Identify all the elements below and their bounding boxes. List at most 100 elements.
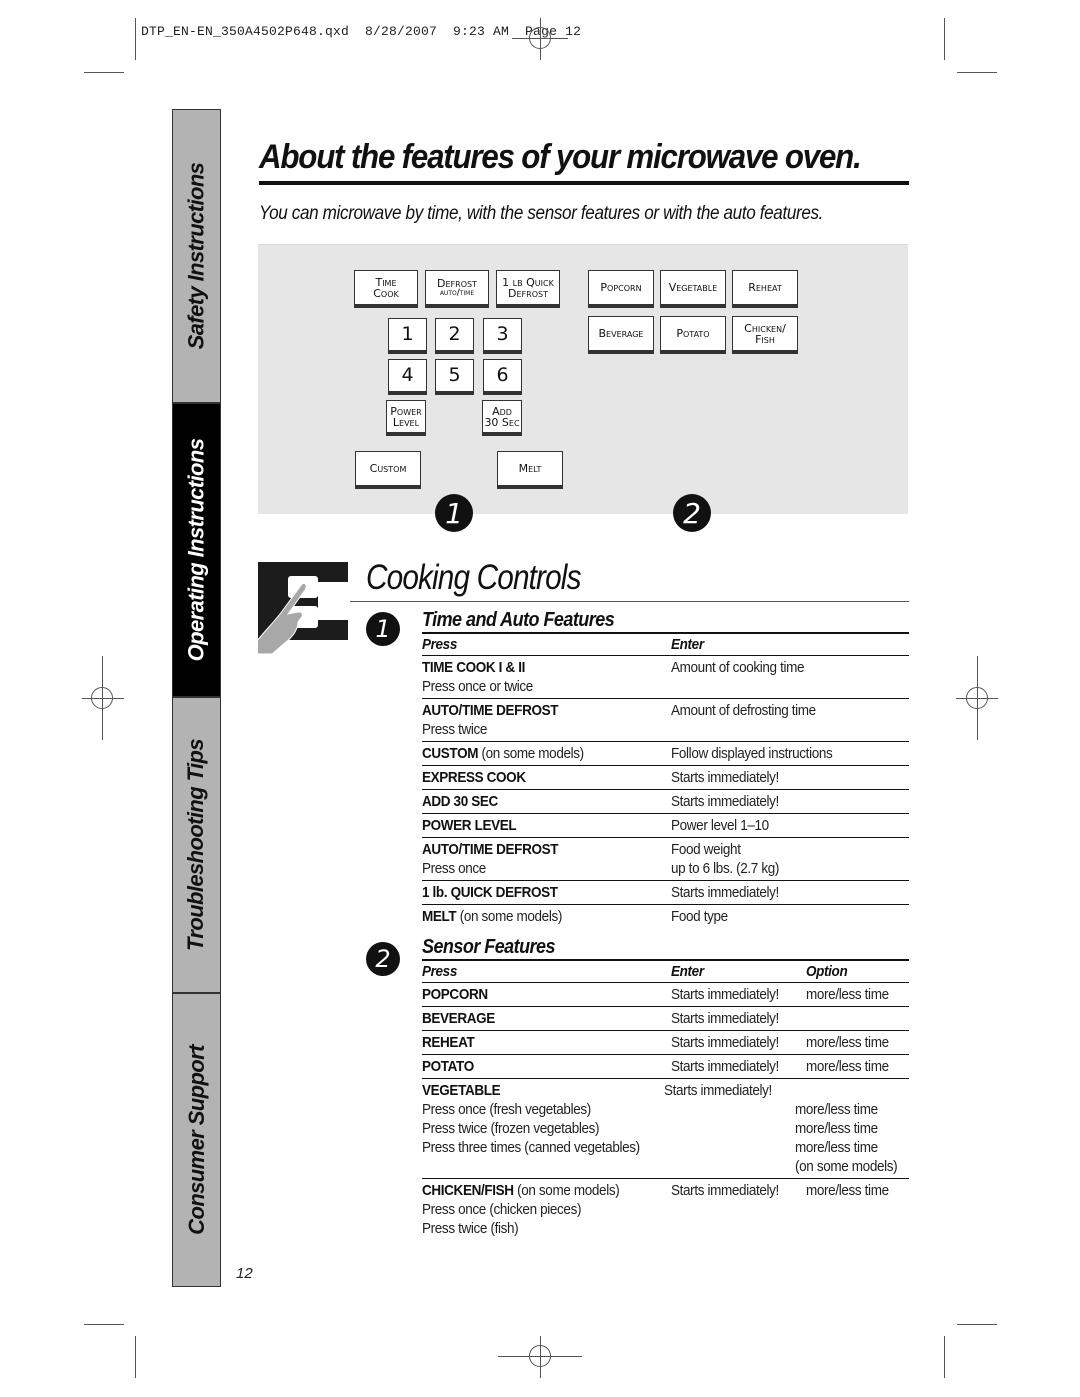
key-1[interactable]: 1: [388, 318, 427, 354]
sensor-features-table: Press Enter Option POPCORN Starts immedia…: [422, 961, 909, 1240]
crop-mark: [944, 1336, 945, 1378]
enter-value: Amount of cooking time: [671, 659, 805, 676]
tab-label: Safety Instructions: [183, 162, 209, 350]
finger-pressing-keypad-icon: [258, 562, 348, 654]
key-reheat[interactable]: Reheat: [732, 270, 798, 308]
key-5[interactable]: 5: [435, 359, 474, 395]
crop-mark: [84, 1324, 124, 1325]
key-melt[interactable]: Melt: [497, 451, 563, 489]
table-header: Press Enter Option: [422, 961, 909, 983]
key-defrost-auto-time[interactable]: Defrost auto/time: [425, 270, 489, 308]
press-key-name: POWER LEVEL: [422, 816, 646, 835]
crop-mark: [957, 72, 997, 73]
table-row: AUTO/TIME DEFROST Press once Food weight up…: [422, 838, 909, 881]
table-row: TIME COOK I & II Press once or twice Amoun…: [422, 656, 909, 699]
press-label: REHEAT: [422, 1034, 475, 1051]
press-instruction: Press once: [422, 860, 486, 877]
time-auto-features-table: Press Enter TIME COOK I & II Press once o…: [422, 634, 909, 928]
enter-value: Starts immediately!: [671, 884, 779, 901]
key-6[interactable]: 6: [483, 359, 522, 395]
header-press: Press: [422, 963, 457, 980]
tab-label: Consumer Support: [183, 1045, 209, 1235]
cooking-controls-divider: [350, 601, 909, 602]
key-add-30-sec[interactable]: Add 30 Sec: [482, 400, 522, 436]
section-title-time-auto: Time and Auto Features: [422, 609, 615, 631]
press-instruction: Press twice (frozen vegetables): [422, 1120, 600, 1137]
key-1lb-quick-defrost[interactable]: 1 lb Quick Defrost: [496, 270, 560, 308]
cooking-controls-title: Cooking Controls: [366, 558, 581, 597]
option-value: more/less time: [806, 1058, 889, 1075]
option-value: more/less time: [806, 1034, 889, 1051]
press-label: CUSTOM: [422, 745, 479, 762]
section-badge-1: 1: [366, 612, 400, 646]
press-label: POWER LEVEL: [422, 817, 517, 834]
crop-mark: [135, 18, 136, 60]
table-row: AUTO/TIME DEFROST Press twice Amount of de…: [422, 699, 909, 742]
control-panel-illustration: Time Cook Defrost auto/time 1 lb Quick D…: [258, 244, 908, 532]
tab-consumer-support[interactable]: Consumer Support: [172, 993, 221, 1287]
key-beverage[interactable]: Beverage: [588, 316, 654, 354]
key-time-cook[interactable]: Time Cook: [354, 270, 418, 308]
press-label: TIME COOK I & II: [422, 659, 525, 676]
key-popcorn[interactable]: Popcorn: [588, 270, 654, 308]
press-instruction: Press once or twice: [422, 678, 533, 695]
section-title-sensor: Sensor Features: [422, 936, 555, 958]
callout-badge-1: 1: [435, 494, 473, 532]
key-custom[interactable]: Custom: [355, 451, 421, 489]
enter-value: Starts immediately!: [671, 1034, 779, 1051]
press-instruction: Press twice: [422, 721, 488, 738]
press-key-name: CHICKEN/FISH (on some models): [422, 1181, 646, 1200]
press-key-name: POPCORN: [422, 985, 646, 1004]
enter-value: Follow displayed instructions: [671, 745, 833, 762]
press-instruction: Press three times (canned vegetables): [422, 1139, 640, 1156]
tab-label: Troubleshooting Tips: [183, 738, 209, 952]
table-row: MELT (on some models) Food type: [422, 905, 909, 928]
table-row: POTATO Starts immediately! more/less time: [422, 1055, 909, 1079]
option-value: more/less time: [795, 1139, 879, 1156]
press-key-name: REHEAT: [422, 1033, 646, 1052]
table-row: EXPRESS COOK Starts immediately!: [422, 766, 909, 790]
crop-mark: [944, 18, 945, 60]
press-key-name: CUSTOM (on some models): [422, 744, 646, 763]
option-value: [795, 1081, 897, 1100]
press-label: POTATO: [422, 1058, 474, 1075]
press-label: POPCORN: [422, 986, 488, 1003]
enter-value: Starts immediately!: [671, 769, 779, 786]
model-note: (on some models): [459, 908, 563, 925]
key-2[interactable]: 2: [435, 318, 474, 354]
press-label: MELT: [422, 908, 457, 925]
tab-troubleshooting-tips[interactable]: Troubleshooting Tips: [172, 697, 221, 993]
press-label: CHICKEN/FISH: [422, 1182, 514, 1199]
table-row: VEGETABLE Press once (fresh vegetables) Pr…: [422, 1079, 909, 1179]
page-number: 12: [236, 1265, 253, 1282]
key-chicken-fish[interactable]: Chicken/ Fish: [732, 316, 798, 354]
press-key-name: ADD 30 SEC: [422, 792, 646, 811]
enter-value: Food weight: [671, 841, 741, 858]
table-row: POWER LEVEL Power level 1–10: [422, 814, 909, 838]
key-3[interactable]: 3: [483, 318, 522, 354]
page-subtitle: You can microwave by time, with the sens…: [259, 203, 824, 224]
tab-safety-instructions[interactable]: Safety Instructions: [172, 109, 221, 403]
header-press: Press: [422, 636, 457, 653]
table-row: POPCORN Starts immediately! more/less time: [422, 983, 909, 1007]
key-power-level[interactable]: Power Level: [386, 400, 426, 436]
enter-value: Starts immediately!: [671, 1010, 779, 1027]
table-header: Press Enter: [422, 634, 909, 656]
table-row: 1 lb. QUICK DEFROST Starts immediately!: [422, 881, 909, 905]
crop-mark: [84, 72, 124, 73]
press-key-name: TIME COOK I & II: [422, 658, 646, 677]
callout-badge-2: 2: [673, 494, 711, 532]
key-potato[interactable]: Potato: [660, 316, 726, 354]
tab-operating-instructions[interactable]: Operating Instructions: [172, 403, 221, 697]
table-row: REHEAT Starts immediately! more/less time: [422, 1031, 909, 1055]
table-row: ADD 30 SEC Starts immediately!: [422, 790, 909, 814]
key-vegetable[interactable]: Vegetable: [660, 270, 726, 308]
key-4[interactable]: 4: [388, 359, 427, 395]
press-label: AUTO/TIME DEFROST: [422, 841, 559, 858]
print-slug: DTP_EN-EN_350A4502P648.qxd 8/28/2007 9:2…: [141, 24, 582, 39]
option-value: more/less time: [795, 1101, 879, 1118]
option-value: more/less time: [806, 1182, 889, 1199]
press-key-name: VEGETABLE: [422, 1081, 640, 1100]
option-value: more/less time: [795, 1120, 879, 1137]
press-label: BEVERAGE: [422, 1010, 495, 1027]
